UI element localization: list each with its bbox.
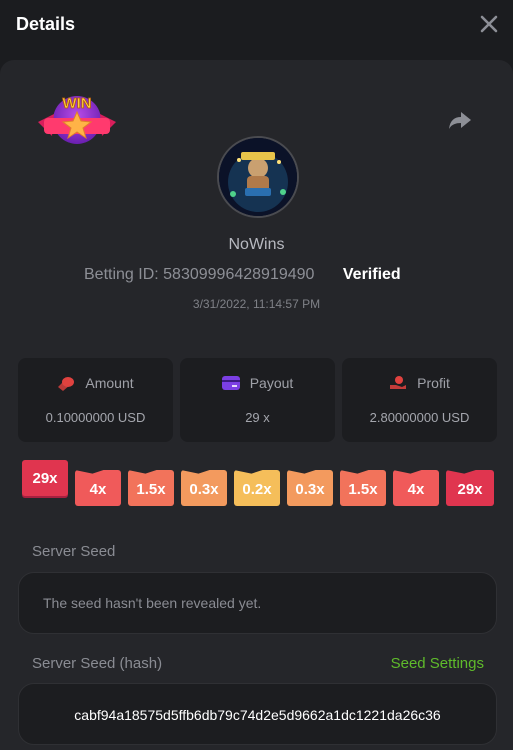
multiplier-bucket: 0.2x [234, 470, 280, 506]
betting-id-row: Betting ID: 58309996428919490 Verified [84, 266, 401, 288]
multiplier-bucket: 4x [393, 470, 439, 506]
username: NoWins [228, 236, 285, 253]
server-seed-value: The seed hasn't been revealed yet. [43, 595, 262, 611]
multiplier-bucket: 0.3x [287, 470, 333, 506]
server-seed-label: Server Seed [32, 543, 116, 560]
multiplier-bucket: 29x [22, 460, 68, 496]
server-seed-hash-box[interactable]: cabf94a18575d5ffb6db79c74d2e5d9662a1dc12… [18, 683, 497, 745]
hand-heart-icon [390, 376, 407, 389]
header: Details [0, 0, 513, 52]
page-title: Details [16, 14, 76, 34]
server-seed-hash-value: cabf94a18575d5ffb6db79c74d2e5d9662a1dc12… [74, 707, 441, 723]
stat-amount: Amount 0.10000000 USD [18, 358, 173, 442]
stat-payout: Payout 29 x [180, 358, 335, 442]
server-seed-box: The seed hasn't been revealed yet. [18, 572, 497, 634]
multiplier-bucket: 29x [446, 470, 494, 506]
multiplier-bucket: 4x [75, 470, 121, 506]
stat-payout-label: Payout [249, 375, 294, 391]
betting-id-label: Betting ID: [84, 266, 159, 283]
card-icon [221, 376, 240, 390]
coins-icon [58, 377, 75, 391]
avatar [217, 136, 299, 218]
multiplier-bucket: 1.5x [128, 470, 174, 506]
win-badge-icon: WIN [38, 95, 116, 144]
multiplier-bucket: 0.3x [181, 470, 227, 506]
stat-profit: Profit 2.80000000 USD [342, 358, 497, 442]
multiplier-bucket: 1.5x [340, 470, 386, 506]
close-icon[interactable] [477, 12, 501, 36]
badge-text: WIN [62, 95, 91, 112]
stat-amount-value: 0.10000000 USD [45, 410, 146, 425]
avatar-image [219, 138, 297, 216]
multiplier-row: 29x 4x 1.5x 0.3x 0.2x 0.3x 1.5x 4x 29x [22, 460, 497, 510]
stat-payout-value: 29 x [245, 410, 270, 425]
share-icon[interactable] [446, 106, 474, 134]
server-seed-hash-label: Server Seed (hash) [32, 655, 163, 672]
stat-profit-label: Profit [417, 375, 450, 391]
bet-datetime: 3/31/2022, 11:14:57 PM [192, 297, 321, 311]
stat-profit-value: 2.80000000 USD [369, 410, 470, 425]
seed-settings-link[interactable]: Seed Settings [391, 655, 484, 672]
stat-amount-label: Amount [85, 375, 134, 391]
betting-id-value: 58309996428919490 [163, 266, 315, 283]
verified-badge: Verified [342, 266, 401, 283]
